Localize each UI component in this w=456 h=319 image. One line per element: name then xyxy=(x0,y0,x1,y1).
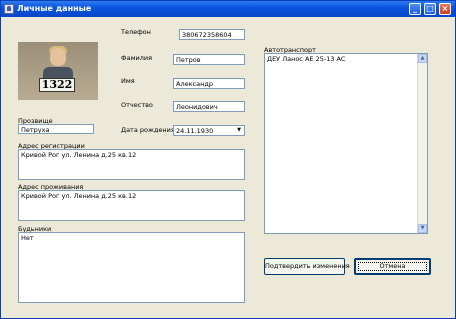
save-changes-button[interactable]: Подтвердить изменения xyxy=(264,258,350,275)
app-icon xyxy=(4,4,14,14)
accomplices-field[interactable]: Нет xyxy=(18,232,245,303)
birth-date-value: 24.11.1930 xyxy=(176,127,214,135)
phone-label: Телефон xyxy=(121,28,151,36)
nickname-field[interactable]: Петруха xyxy=(18,124,94,134)
scroll-down-icon[interactable]: ▼ xyxy=(418,224,427,233)
patronymic-label: Отчество xyxy=(121,101,153,109)
scroll-up-icon[interactable]: ▲ xyxy=(418,54,427,63)
name-label: Имя xyxy=(121,77,135,85)
focus-rectangle xyxy=(358,262,427,271)
vehicle-scrollbar[interactable]: ▲ ▼ xyxy=(417,54,427,233)
close-button[interactable]: × xyxy=(439,3,451,15)
residence-address-field[interactable]: Кривой Рог ул. Ленина д.25 кв.12 xyxy=(18,190,245,221)
window-title: Личные данные xyxy=(17,4,92,13)
birth-date-picker[interactable]: 24.11.1930 ▼ xyxy=(173,125,245,136)
photo-number-plate: 1322 xyxy=(39,78,75,92)
title-bar[interactable]: Личные данные _ □ × xyxy=(1,1,455,17)
cancel-button[interactable]: Отмена xyxy=(354,258,431,275)
name-field[interactable]: Александр xyxy=(173,78,245,89)
patronymic-field[interactable]: Леонидович xyxy=(173,101,245,112)
minimize-button[interactable]: _ xyxy=(409,3,421,15)
phone-field[interactable]: 380672358604 xyxy=(179,29,245,40)
surname-label: Фамилия xyxy=(121,54,152,62)
person-photo: 1322 xyxy=(18,42,98,100)
maximize-button[interactable]: □ xyxy=(424,3,436,15)
birth-date-label: Дата рождения xyxy=(121,126,175,134)
photo-head xyxy=(50,48,66,66)
vehicle-text: ДЕУ Ланос AE 25-13 AC xyxy=(267,55,346,63)
surname-field[interactable]: Петров xyxy=(173,54,245,65)
chevron-down-icon[interactable]: ▼ xyxy=(235,127,243,134)
vehicle-field[interactable]: ДЕУ Ланос AE 25-13 AC xyxy=(264,53,428,234)
personal-data-window: Личные данные _ □ × 1322 Телефон 3806723… xyxy=(0,0,456,319)
registration-address-field[interactable]: Кривой Рог ул. Ленина д.25 кв.12 xyxy=(18,149,245,180)
